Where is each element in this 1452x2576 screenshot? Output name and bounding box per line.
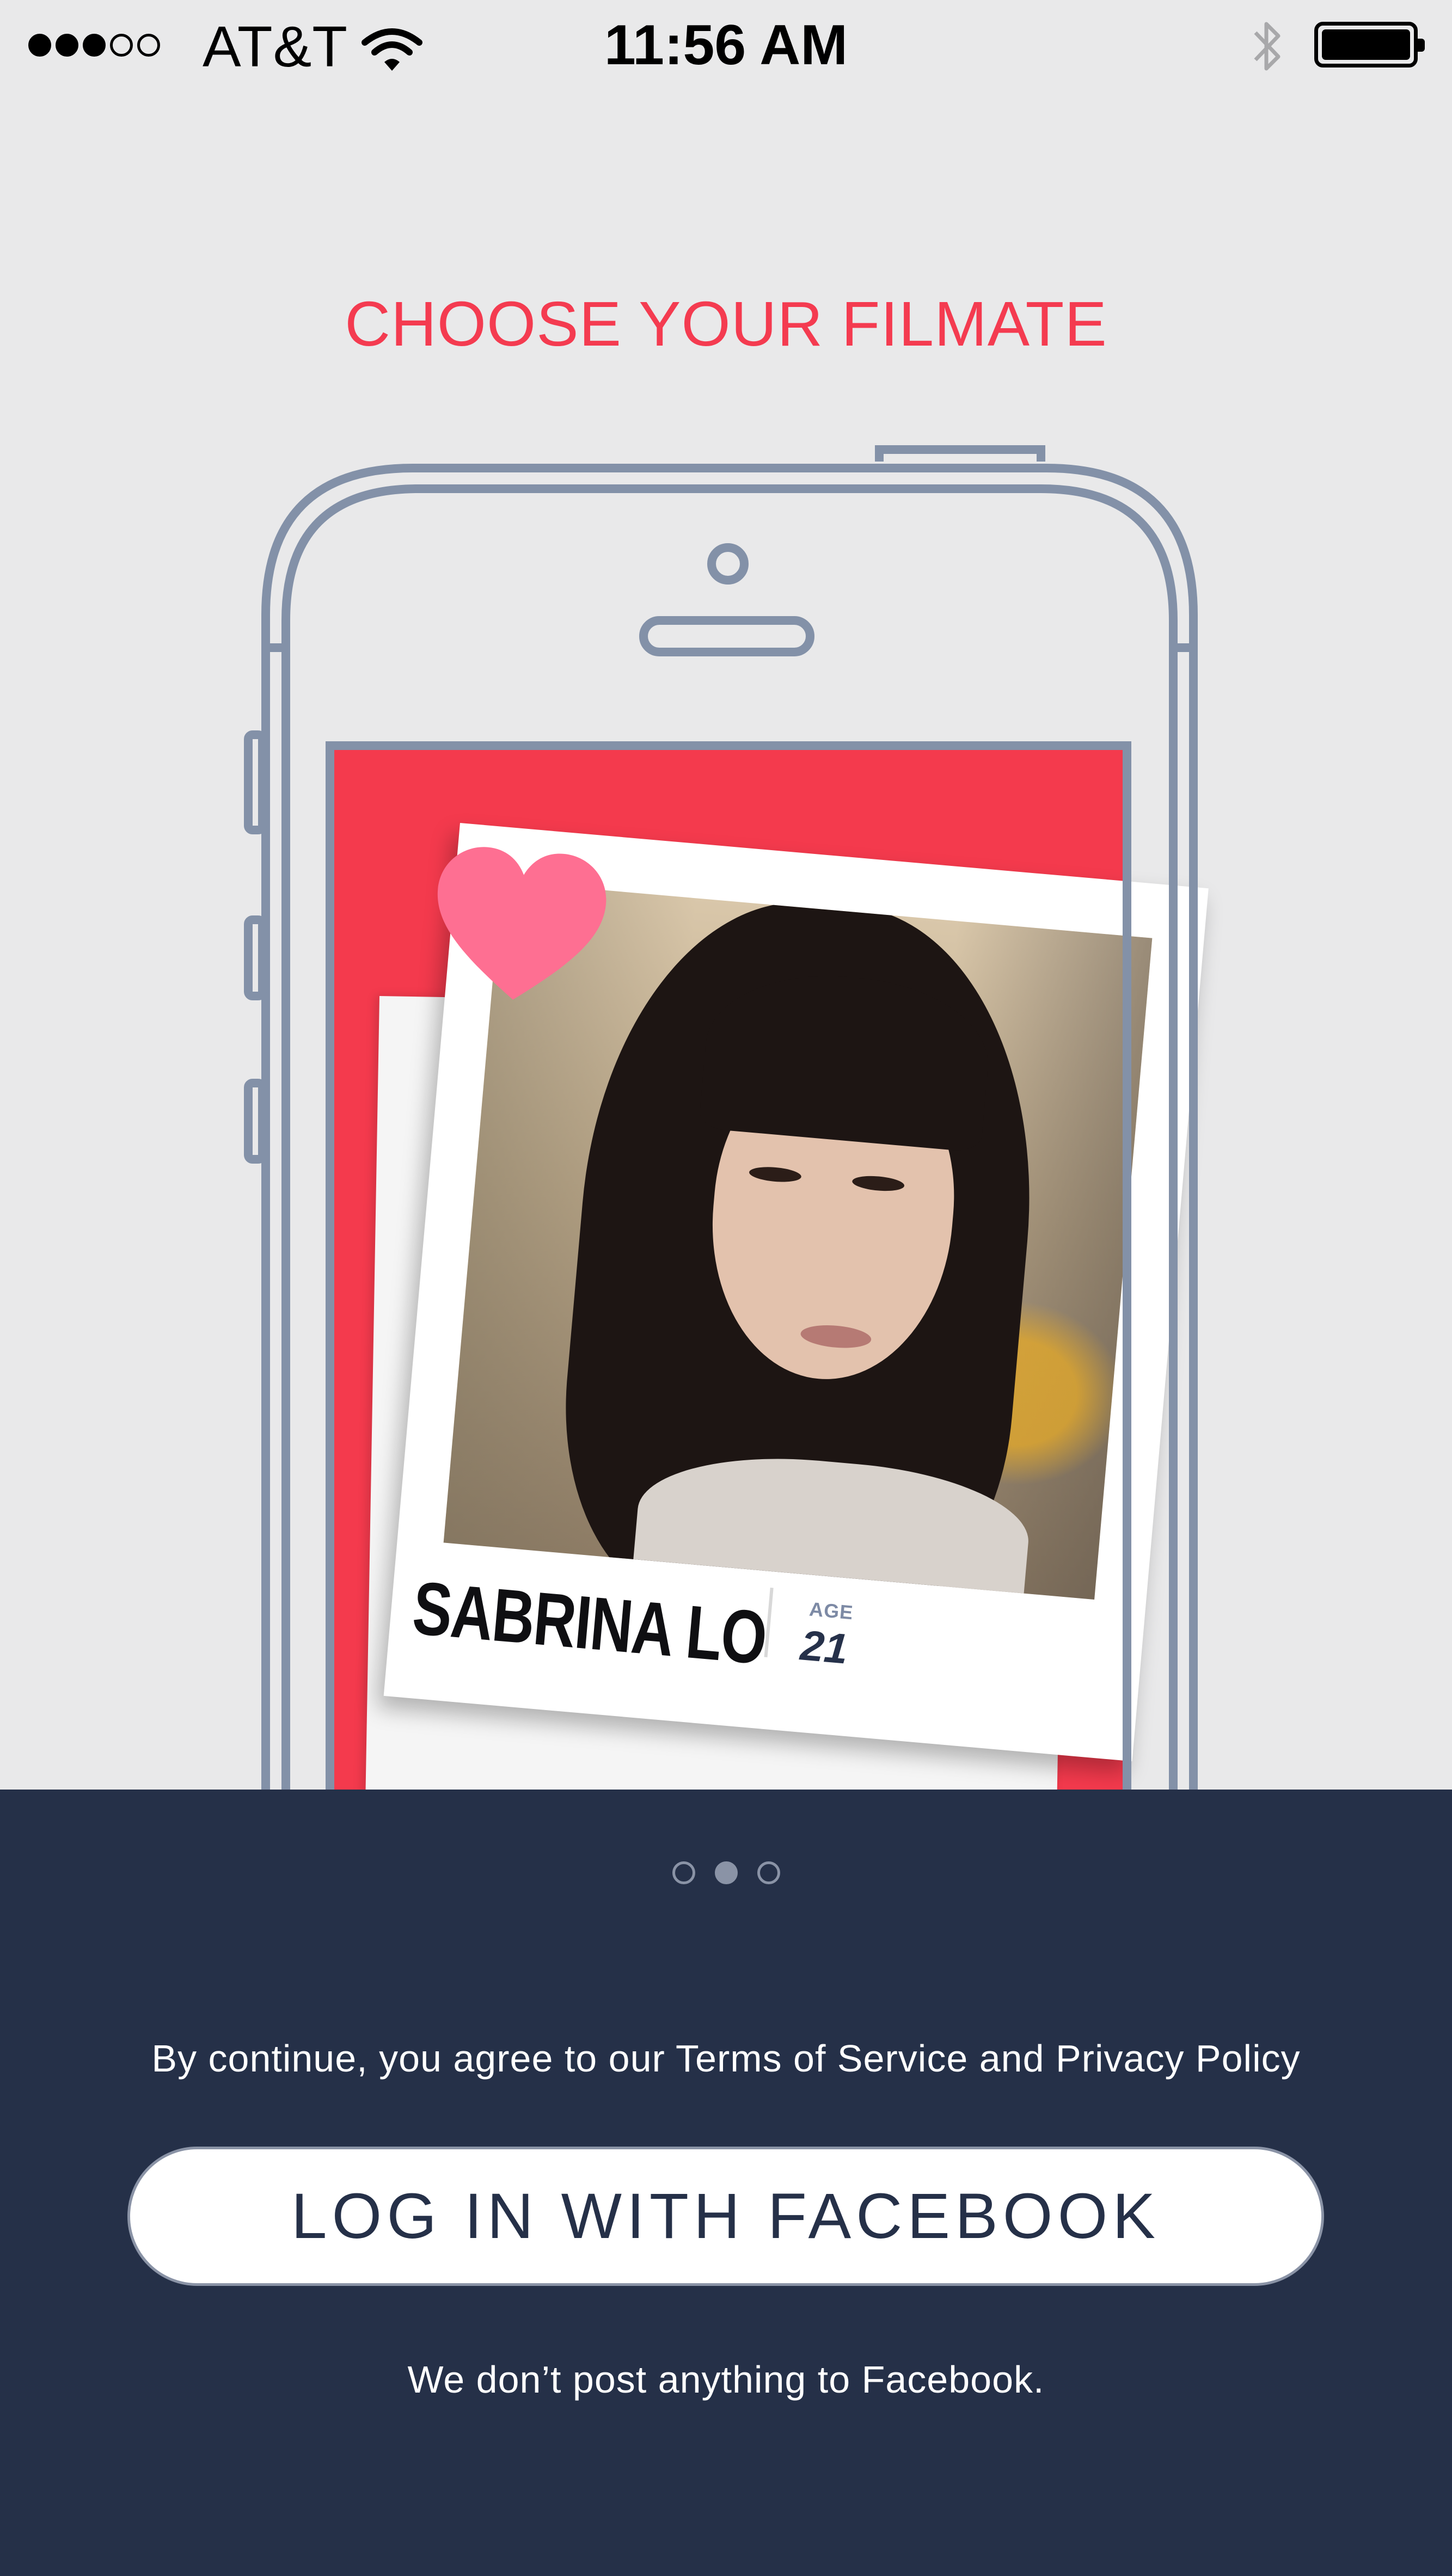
page-dot[interactable]: [672, 1861, 695, 1884]
facebook-login-button[interactable]: LOG IN WITH FACEBOOK: [127, 2147, 1324, 2286]
terms-text: By continue, you agree to our Terms of S…: [151, 2037, 1301, 2080]
disclaimer-text: We don’t post anything to Facebook.: [407, 2358, 1045, 2401]
page-indicator: [0, 1861, 1452, 1884]
page-dot[interactable]: [757, 1861, 780, 1884]
phone-outline: [244, 445, 1198, 1796]
page-dot-active[interactable]: [714, 1861, 738, 1884]
bottom-panel: By continue, you agree to our Terms of S…: [0, 1790, 1452, 2576]
